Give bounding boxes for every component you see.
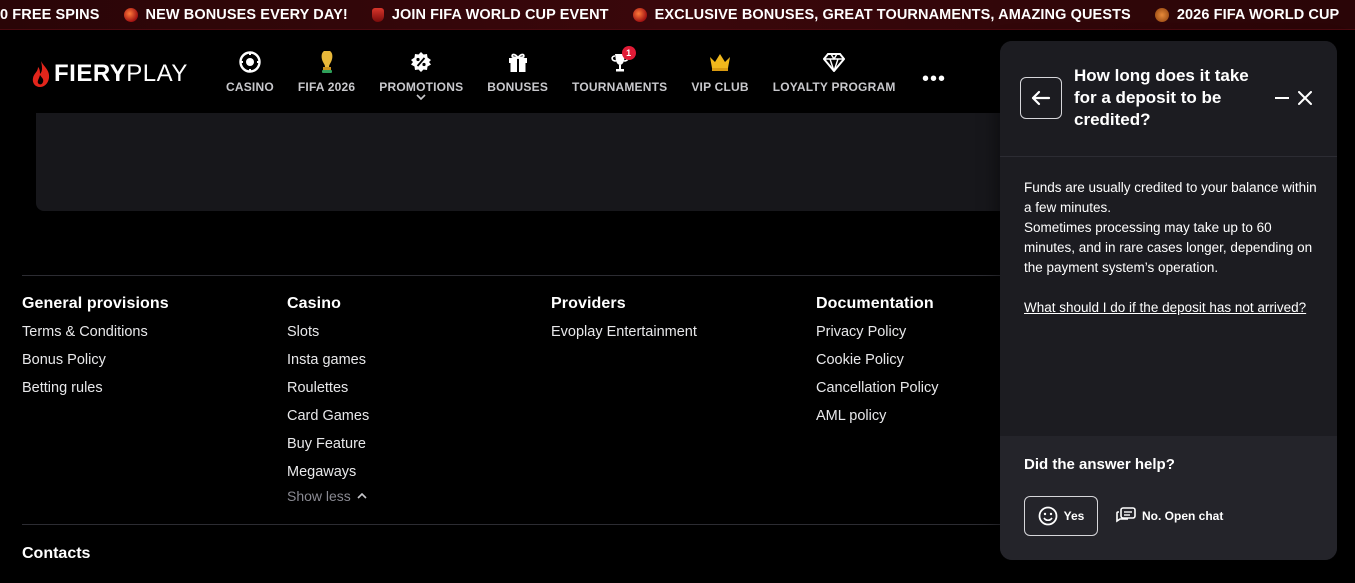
ball-icon	[123, 7, 138, 22]
flame-icon	[32, 61, 50, 87]
footer-link-megaways[interactable]: Megaways	[287, 463, 369, 491]
footer-divider	[22, 275, 1012, 276]
ball-icon	[632, 7, 647, 22]
chevron-down-icon[interactable]	[416, 94, 426, 100]
casino-chip-icon	[238, 50, 262, 74]
related-question-link[interactable]: What should I do if the deposit has not …	[1024, 298, 1319, 318]
feedback-question: Did the answer help?	[1024, 456, 1175, 473]
show-less-toggle[interactable]: Show less	[287, 488, 367, 504]
footer-link-bonus-policy[interactable]: Bonus Policy	[22, 351, 169, 379]
trophy-icon	[315, 50, 339, 74]
chat-bubbles-icon	[1116, 507, 1136, 523]
ticker-item[interactable]: NEW BONUSES EVERY DAY!	[123, 7, 348, 23]
footer-heading: Providers	[551, 295, 626, 312]
panel-header: How long does it take for a deposit to b…	[1000, 41, 1337, 157]
nav-item-vip-club[interactable]: VIP CLUB	[691, 50, 749, 94]
percent-badge-icon	[409, 50, 433, 74]
gift-icon	[506, 50, 530, 74]
cup-icon	[371, 7, 384, 22]
open-chat-button[interactable]: No. Open chat	[1116, 496, 1223, 536]
footer-link-card-games[interactable]: Card Games	[287, 407, 369, 435]
minimize-icon	[1275, 97, 1289, 99]
ticker-item[interactable]: 0 FREE SPINS	[0, 7, 100, 23]
footer-heading: Casino	[287, 295, 341, 312]
help-faq-panel: How long does it take for a deposit to b…	[1000, 41, 1337, 560]
footer-link-buy-feature[interactable]: Buy Feature	[287, 435, 369, 463]
nav-item-bonuses[interactable]: BONUSES	[487, 50, 548, 94]
ticker-item[interactable]: EXCLUSIVE BONUSES, GREAT TOURNAMENTS, AM…	[632, 7, 1131, 23]
footer-col-documentation: Documentation Privacy Policy Cookie Poli…	[816, 295, 939, 435]
footer-heading: General provisions	[22, 295, 169, 312]
promo-ticker: 0 FREE SPINS NEW BONUSES EVERY DAY! JOIN…	[0, 0, 1355, 30]
nav-item-promotions[interactable]: PROMOTIONS	[379, 50, 463, 100]
footer-link-slots[interactable]: Slots	[287, 323, 369, 351]
close-button[interactable]	[1295, 88, 1315, 108]
footer-link-betting-rules[interactable]: Betting rules	[22, 379, 169, 407]
footer-link-aml-policy[interactable]: AML policy	[816, 407, 939, 435]
footer-link-cancellation-policy[interactable]: Cancellation Policy	[816, 379, 939, 407]
nav-item-fifa-2026[interactable]: FIFA 2026	[298, 50, 355, 94]
logo-text-fiery: FIERY	[54, 60, 127, 87]
footer-link-evoplay[interactable]: Evoplay Entertainment	[551, 323, 697, 351]
nav-item-loyalty-program[interactable]: LOYALTY PROGRAM	[773, 50, 896, 94]
footer-heading: Documentation	[816, 295, 934, 312]
footer-col-providers: Providers Evoplay Entertainment	[551, 295, 697, 351]
diamond-icon	[822, 50, 846, 74]
logo-text-play: PLAY	[126, 60, 188, 87]
more-menu-icon[interactable]: •••	[922, 68, 946, 91]
ticker-item[interactable]: JOIN FIFA WORLD CUP EVENT	[371, 7, 609, 23]
footer-link-cookie-policy[interactable]: Cookie Policy	[816, 351, 939, 379]
footer-divider	[22, 524, 1012, 525]
footer-link-roulettes[interactable]: Roulettes	[287, 379, 369, 407]
footer-link-insta-games[interactable]: Insta games	[287, 351, 369, 379]
footer-col-casino: Casino Slots Insta games Roulettes Card …	[287, 295, 369, 491]
chevron-up-icon	[357, 493, 367, 499]
answer-body: Funds are usually credited to your balan…	[1024, 178, 1319, 318]
nav-item-tournaments[interactable]: 1 TOURNAMENTS	[572, 46, 667, 94]
medal-icon	[1154, 7, 1169, 22]
smile-icon	[1038, 506, 1058, 526]
contacts-heading: Contacts	[22, 545, 91, 562]
nav-item-casino[interactable]: CASINO	[226, 50, 274, 94]
minimize-button[interactable]	[1272, 88, 1292, 108]
back-button[interactable]	[1020, 77, 1062, 119]
content-card	[36, 113, 1016, 211]
ticker-item[interactable]: 2026 FIFA WORLD CUP	[1154, 7, 1340, 23]
site-logo[interactable]: FIERYPLAY	[30, 60, 188, 88]
close-icon	[1298, 91, 1312, 105]
answer-text: Sometimes processing may take up to 60 m…	[1024, 220, 1313, 275]
footer-col-general: General provisions Terms & Conditions Bo…	[22, 295, 169, 407]
footer-link-privacy-policy[interactable]: Privacy Policy	[816, 323, 939, 351]
crown-icon	[708, 50, 732, 74]
panel-title: How long does it take for a deposit to b…	[1074, 66, 1249, 129]
footer-link-terms[interactable]: Terms & Conditions	[22, 323, 169, 351]
arrow-left-icon	[1031, 90, 1051, 106]
feedback-section: Did the answer help? Yes No. Open chat	[1000, 436, 1337, 560]
feedback-yes-button[interactable]: Yes	[1024, 496, 1098, 536]
notification-badge: 1	[621, 46, 636, 60]
answer-text: Funds are usually credited to your balan…	[1024, 180, 1317, 215]
main-nav: CASINO FIFA 2026 PROMOTIONS BONUSES 1 TO…	[226, 46, 920, 100]
